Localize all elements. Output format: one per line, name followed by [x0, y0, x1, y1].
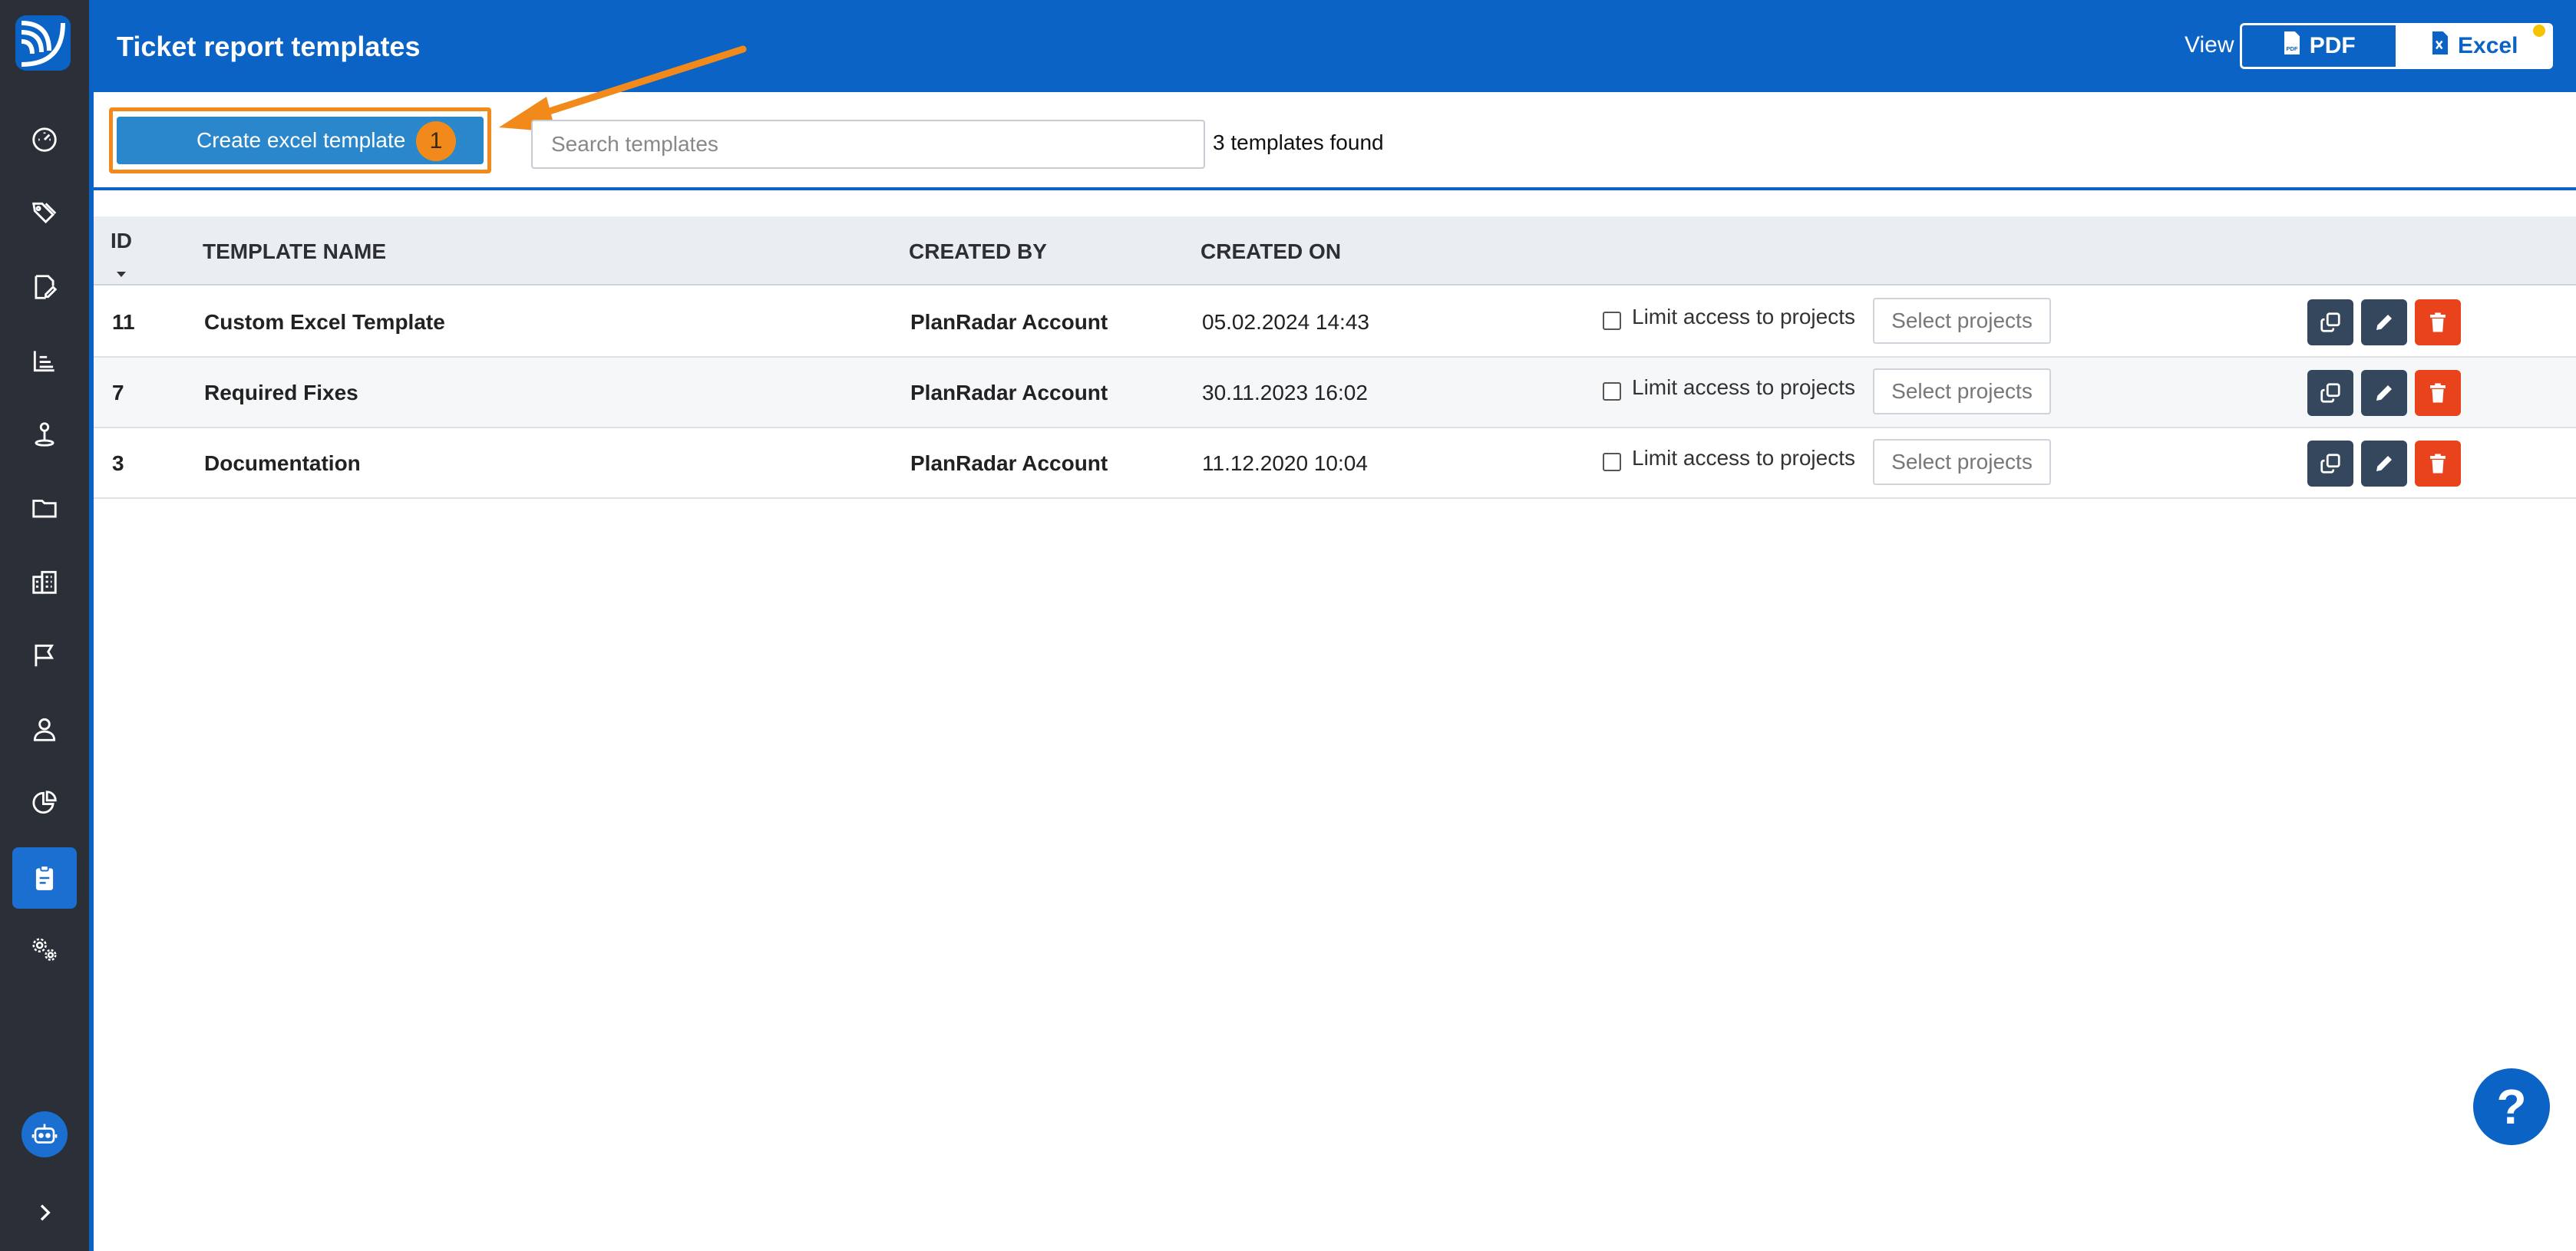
row-template-name[interactable]: Required Fixes: [204, 358, 358, 428]
planradar-logo[interactable]: [15, 15, 71, 71]
user-icon[interactable]: [21, 706, 68, 752]
location-pin-icon[interactable]: [21, 411, 68, 457]
copy-icon: [2320, 454, 2340, 474]
pencil-icon: [2376, 385, 2392, 401]
page-header: Ticket report templates View PDF PDF Exc…: [94, 0, 2576, 92]
table-row: 11 Custom Excel Template PlanRadar Accou…: [94, 287, 2576, 358]
sidebar: [0, 0, 89, 1251]
table-header: ID TEMPLATE NAME CREATED BY CREATED ON: [94, 216, 2576, 286]
row-created-by: PlanRadar Account: [910, 451, 1108, 475]
chart-list-icon[interactable]: [21, 338, 68, 384]
building-icon[interactable]: [21, 559, 68, 605]
copy-icon: [2320, 312, 2340, 332]
toolbar-divider: [94, 187, 2576, 190]
ticket-edit-icon[interactable]: [21, 264, 68, 310]
limit-access-label[interactable]: Limit access to projects: [1632, 287, 1855, 347]
row-id: 3: [112, 451, 124, 475]
table-row: 7 Required Fixes PlanRadar Account 30.11…: [94, 358, 2576, 428]
limit-access-label[interactable]: Limit access to projects: [1632, 428, 1855, 488]
chevron-right-icon[interactable]: [29, 1197, 60, 1228]
results-count: 3 templates found: [1213, 130, 1384, 154]
row-created-by: PlanRadar Account: [910, 310, 1108, 334]
row-id: 7: [112, 381, 124, 404]
row-template-name[interactable]: Documentation: [204, 428, 361, 499]
limit-access-checkbox[interactable]: [1603, 312, 1621, 330]
help-button[interactable]: ?: [2473, 1068, 2550, 1145]
select-projects-button[interactable]: Select projects: [1873, 368, 2051, 414]
svg-text:PDF: PDF: [2286, 45, 2297, 52]
settings-icon[interactable]: [21, 927, 68, 973]
folder-icon[interactable]: [21, 485, 68, 531]
delete-button[interactable]: [2415, 299, 2461, 345]
limit-access-label[interactable]: Limit access to projects: [1632, 358, 1855, 418]
duplicate-button[interactable]: [2307, 299, 2353, 345]
column-header-created-on[interactable]: CREATED ON: [1200, 239, 1341, 264]
column-header-template-name[interactable]: TEMPLATE NAME: [203, 239, 386, 264]
row-created-on: 05.02.2024 14:43: [1202, 310, 1369, 334]
view-pdf-button[interactable]: PDF PDF: [2242, 25, 2398, 67]
search-input[interactable]: [531, 120, 1205, 169]
trash-icon: [2430, 383, 2446, 403]
row-created-on: 30.11.2023 16:02: [1202, 381, 1368, 404]
row-created-on: 11.12.2020 10:04: [1202, 451, 1368, 475]
column-header-created-by[interactable]: CREATED BY: [909, 239, 1047, 264]
dashboard-icon[interactable]: [21, 117, 68, 163]
column-header-id[interactable]: ID: [111, 229, 132, 253]
step-badge: 1: [416, 121, 456, 161]
select-projects-button[interactable]: Select projects: [1873, 439, 2051, 485]
sort-caret-icon[interactable]: [117, 272, 126, 277]
page-title: Ticket report templates: [117, 31, 421, 62]
bot-icon[interactable]: [21, 1111, 68, 1157]
trash-icon: [2430, 312, 2446, 332]
table-row: 3 Documentation PlanRadar Account 11.12.…: [94, 428, 2576, 499]
notification-dot: [2533, 25, 2545, 37]
excel-file-icon: [2430, 31, 2450, 61]
view-toggle: PDF PDF Excel: [2240, 23, 2553, 69]
clipboard-icon[interactable]: [21, 855, 68, 901]
pie-chart-icon[interactable]: [21, 780, 68, 826]
delete-button[interactable]: [2415, 441, 2461, 487]
edit-button[interactable]: [2361, 370, 2407, 416]
copy-icon: [2320, 383, 2340, 403]
delete-button[interactable]: [2415, 370, 2461, 416]
tags-icon[interactable]: [21, 190, 68, 236]
pdf-file-icon: PDF: [2282, 31, 2302, 61]
view-excel-label: Excel: [2458, 33, 2518, 58]
edit-button[interactable]: [2361, 299, 2407, 345]
duplicate-button[interactable]: [2307, 441, 2353, 487]
limit-access-checkbox[interactable]: [1603, 453, 1621, 471]
view-label: View: [2185, 32, 2234, 58]
edit-button[interactable]: [2361, 441, 2407, 487]
view-pdf-label: PDF: [2309, 33, 2356, 58]
pencil-icon: [2376, 315, 2392, 330]
select-projects-button[interactable]: Select projects: [1873, 298, 2051, 344]
flag-icon[interactable]: [21, 632, 68, 678]
duplicate-button[interactable]: [2307, 370, 2353, 416]
row-template-name[interactable]: Custom Excel Template: [204, 287, 445, 358]
limit-access-checkbox[interactable]: [1603, 382, 1621, 401]
trash-icon: [2430, 454, 2446, 474]
pencil-icon: [2376, 456, 2392, 471]
row-id: 11: [112, 310, 135, 334]
row-created-by: PlanRadar Account: [910, 381, 1108, 404]
